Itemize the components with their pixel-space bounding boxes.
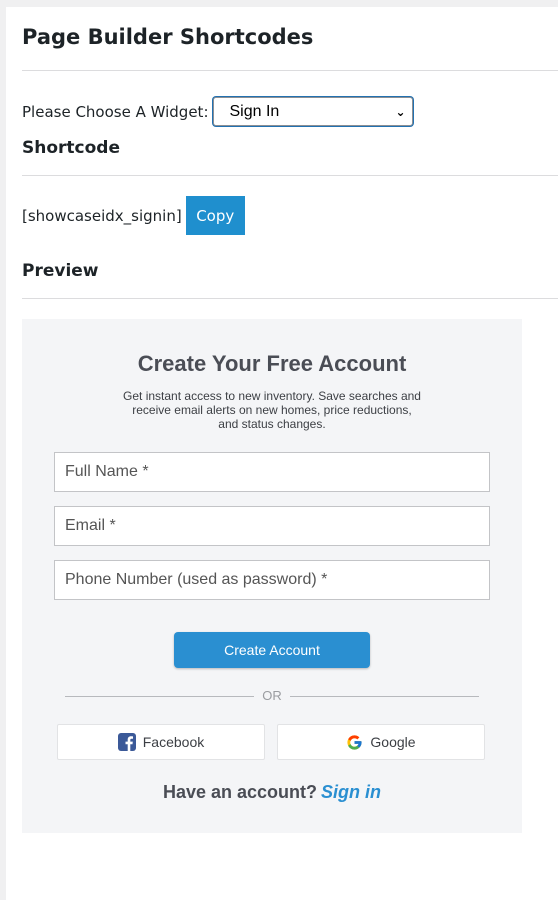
full-name-placeholder: Full Name *	[65, 463, 149, 480]
widget-select-value: Sign In	[229, 102, 280, 120]
preview-divider	[22, 298, 558, 299]
widget-selector-label: Please Choose A Widget:	[22, 102, 209, 121]
facebook-button[interactable]: Facebook	[57, 724, 265, 760]
or-divider: OR	[65, 688, 479, 704]
signup-title: Create Your Free Account	[137, 351, 407, 376]
email-field[interactable]: Email *	[54, 506, 490, 546]
google-icon	[347, 734, 363, 750]
widget-selector-row: Please Choose A Widget: Sign In ⌄	[22, 97, 413, 126]
signup-description: Get instant access to new inventory. Sav…	[123, 389, 421, 431]
google-button[interactable]: Google	[277, 724, 485, 760]
facebook-icon	[117, 733, 136, 751]
facebook-label: Facebook	[142, 734, 205, 750]
have-account-row: Have an account? Sign in	[22, 782, 522, 803]
widget-select[interactable]: Sign In ⌄	[212, 97, 413, 126]
have-account-text: Have an account?	[162, 782, 318, 802]
sign-in-link[interactable]: Sign in	[321, 782, 381, 802]
title-divider	[22, 70, 558, 71]
full-name-field[interactable]: Full Name *	[54, 452, 490, 492]
shortcode-row: [showcaseidx_signin] Copy	[22, 196, 245, 235]
chevron-down-icon: ⌄	[395, 104, 406, 119]
main-panel: Page Builder Shortcodes Please Choose A …	[6, 7, 558, 900]
shortcode-text: [showcaseidx_signin]	[22, 206, 182, 225]
preview-heading: Preview	[22, 261, 99, 281]
google-label: Google	[370, 734, 416, 750]
shortcode-divider	[22, 175, 558, 176]
email-placeholder: Email *	[65, 517, 116, 534]
signup-preview: Create Your Free Account Get instant acc…	[22, 319, 522, 833]
shortcode-heading: Shortcode	[22, 138, 120, 158]
page-title: Page Builder Shortcodes	[22, 25, 314, 49]
phone-field[interactable]: Phone Number (used as password) *	[54, 560, 490, 600]
copy-button[interactable]: Copy	[185, 196, 245, 235]
or-line-right	[290, 696, 479, 697]
phone-placeholder: Phone Number (used as password) *	[65, 571, 328, 588]
create-account-button[interactable]: Create Account	[174, 632, 370, 668]
